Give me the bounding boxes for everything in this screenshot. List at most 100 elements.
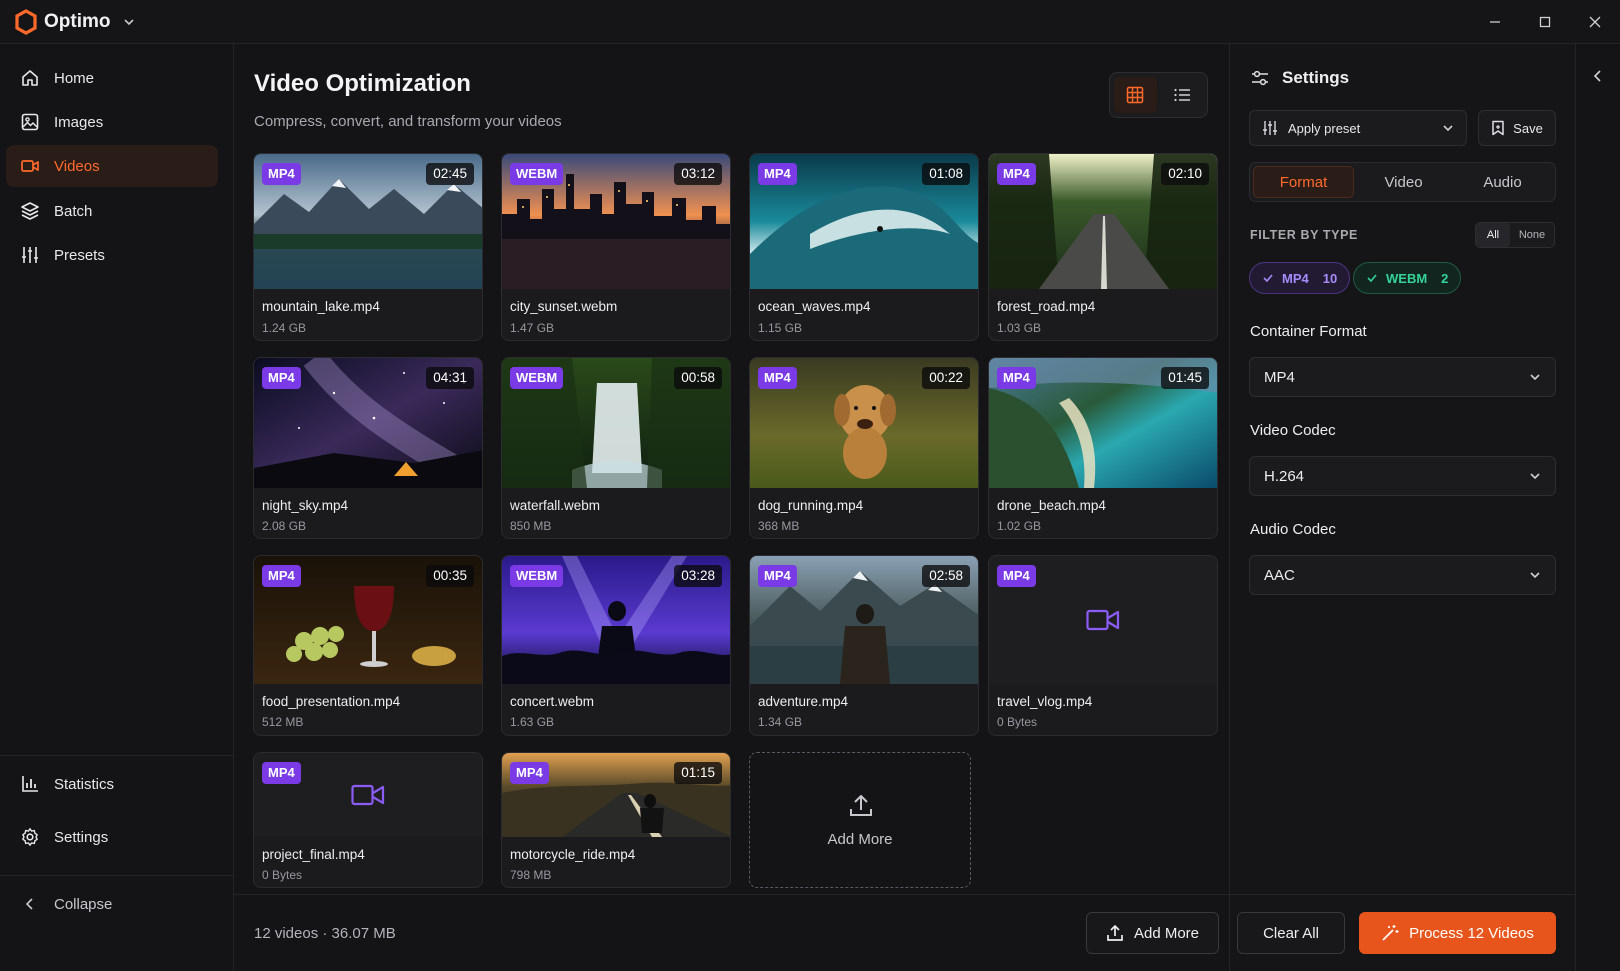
video-filename: night_sky.mp4 bbox=[262, 498, 349, 513]
video-filesize: 1.24 GB bbox=[262, 321, 307, 335]
format-badge: MP4 bbox=[510, 762, 549, 784]
save-preset-button[interactable]: Save bbox=[1478, 110, 1556, 146]
sidebar-item-settings[interactable]: Settings bbox=[6, 816, 218, 858]
maximize-button[interactable] bbox=[1520, 0, 1570, 44]
sidebar-item-label: Presets bbox=[54, 246, 105, 264]
footer-bar: 12 videos · 36.07 MB Add More bbox=[234, 894, 1229, 971]
filter-chip-webm[interactable]: WEBM 2 bbox=[1353, 262, 1462, 294]
title-bar: Optimo bbox=[0, 0, 1620, 44]
chevron-left-icon bbox=[1593, 70, 1601, 82]
container-format-select[interactable]: MP4 bbox=[1249, 357, 1556, 397]
video-filesize: 850 MB bbox=[510, 519, 552, 533]
sidebar-divider bbox=[0, 875, 234, 876]
app-name: Optimo bbox=[44, 11, 111, 32]
video-filesize: 1.34 GB bbox=[758, 715, 803, 729]
page-subtitle: Compress, convert, and transform your vi… bbox=[254, 113, 562, 130]
video-card-adventure[interactable]: MP4 02:58 adventure.mp4 1.34 GB bbox=[749, 555, 979, 736]
clear-all-button[interactable]: Clear All bbox=[1237, 912, 1345, 954]
grid-view-button[interactable] bbox=[1114, 77, 1157, 113]
video-filename: ocean_waves.mp4 bbox=[758, 299, 871, 314]
video-filename: dog_running.mp4 bbox=[758, 498, 864, 513]
video-card-dog-running[interactable]: MP4 00:22 dog_running.mp4 368 MB bbox=[749, 357, 979, 539]
sidebar-item-label: Videos bbox=[54, 157, 100, 175]
video-filename: food_presentation.mp4 bbox=[262, 694, 401, 709]
upload-icon bbox=[1106, 924, 1124, 942]
process-videos-button[interactable]: Process 12 Videos bbox=[1359, 912, 1556, 954]
video-filesize: 1.02 GB bbox=[997, 519, 1042, 533]
tab-format[interactable]: Format bbox=[1253, 166, 1354, 198]
duration-badge: 04:31 bbox=[426, 367, 474, 389]
sidebar-item-label: Batch bbox=[54, 202, 93, 220]
video-card-drone-beach[interactable]: MP4 01:45 drone_beach.mp4 1.02 GB bbox=[988, 357, 1218, 539]
video-card-forest-road[interactable]: MP4 02:10 forest_road.mp4 1.03 GB bbox=[988, 153, 1218, 341]
check-icon bbox=[1262, 272, 1274, 284]
sidebar-item-batch[interactable]: Batch bbox=[6, 190, 218, 232]
list-view-button[interactable] bbox=[1161, 77, 1204, 113]
video-card-travel-vlog[interactable]: MP4 travel_vlog.mp4 0 Bytes bbox=[988, 555, 1218, 736]
duration-badge: 02:45 bbox=[426, 163, 474, 185]
format-badge: MP4 bbox=[262, 565, 301, 587]
chip-label: WEBM bbox=[1386, 270, 1428, 286]
sidebar-item-label: Statistics bbox=[54, 775, 115, 793]
layers-icon bbox=[20, 201, 40, 221]
tab-video[interactable]: Video bbox=[1354, 166, 1453, 198]
sidebar-item-presets[interactable]: Presets bbox=[6, 234, 218, 276]
video-card-concert[interactable]: WEBM 03:28 concert.webm 1.63 GB bbox=[501, 555, 731, 736]
filter-chip-mp4[interactable]: MP4 10 bbox=[1249, 262, 1351, 294]
video-card-night-sky[interactable]: MP4 04:31 night_sky.mp4 2.08 GB bbox=[253, 357, 483, 539]
duration-badge: 01:08 bbox=[922, 163, 970, 185]
video-card-city-sunset[interactable]: WEBM 03:12 city_sunset.webm 1.47 GB bbox=[501, 153, 731, 341]
minimize-icon bbox=[1490, 21, 1500, 23]
tab-audio[interactable]: Audio bbox=[1453, 166, 1552, 198]
video-card-mountain-lake[interactable]: MP4 02:45 mountain_lake.mp4 1.24 GB bbox=[253, 153, 483, 341]
video-card-waterfall[interactable]: WEBM 00:58 waterfall.webm 850 MB bbox=[501, 357, 731, 539]
upload-icon bbox=[848, 793, 874, 819]
apply-preset-label: Apply preset bbox=[1288, 120, 1361, 136]
maximize-icon bbox=[1539, 16, 1551, 28]
format-badge: MP4 bbox=[997, 367, 1036, 389]
video-filename: drone_beach.mp4 bbox=[997, 498, 1106, 513]
video-placeholder-icon bbox=[1086, 608, 1120, 632]
close-window-button[interactable] bbox=[1570, 0, 1620, 44]
chevron-down-icon bbox=[123, 16, 135, 28]
duration-badge: 01:15 bbox=[674, 762, 722, 784]
sidebar-item-images[interactable]: Images bbox=[6, 101, 218, 143]
add-more-button[interactable]: Add More bbox=[1086, 912, 1219, 954]
collapse-panel-button[interactable] bbox=[1588, 66, 1608, 86]
app-switcher[interactable]: Optimo bbox=[14, 8, 135, 36]
duration-badge: 03:12 bbox=[674, 163, 722, 185]
chevron-left-icon bbox=[20, 894, 40, 914]
add-more-card[interactable]: Add More bbox=[749, 752, 971, 888]
video-filename: travel_vlog.mp4 bbox=[997, 694, 1093, 709]
video-card-food-presentation[interactable]: MP4 00:35 food_presentation.mp4 512 MB bbox=[253, 555, 483, 736]
format-badge: WEBM bbox=[510, 565, 564, 587]
sidebar-item-videos[interactable]: Videos bbox=[6, 145, 218, 187]
sidebar-item-statistics[interactable]: Statistics bbox=[6, 763, 218, 805]
video-filesize: 798 MB bbox=[510, 868, 552, 882]
filter-all-button[interactable]: All bbox=[1476, 223, 1510, 247]
collapse-sidebar-button[interactable]: Collapse bbox=[6, 883, 218, 925]
sidebar-item-home[interactable]: Home bbox=[6, 57, 218, 99]
video-card-motorcycle-ride[interactable]: MP4 01:15 motorcycle_ride.mp4 798 MB bbox=[501, 752, 731, 888]
panel-collapse-strip bbox=[1575, 44, 1620, 971]
format-badge: WEBM bbox=[510, 163, 564, 185]
chevron-down-icon bbox=[1529, 470, 1541, 482]
video-card-project-final[interactable]: MP4 project_final.mp4 0 Bytes bbox=[253, 752, 483, 888]
apply-preset-dropdown[interactable]: Apply preset bbox=[1249, 110, 1467, 146]
video-placeholder-icon bbox=[351, 783, 385, 807]
sliders-icon bbox=[1262, 120, 1278, 136]
filter-none-button[interactable]: None bbox=[1510, 223, 1554, 247]
check-icon bbox=[1366, 272, 1378, 284]
format-badge: WEBM bbox=[510, 367, 564, 389]
video-filename: motorcycle_ride.mp4 bbox=[510, 847, 636, 862]
minimize-button[interactable] bbox=[1470, 0, 1520, 44]
format-badge: MP4 bbox=[758, 163, 797, 185]
chip-count: 10 bbox=[1322, 270, 1338, 286]
duration-badge: 01:45 bbox=[1161, 367, 1209, 389]
audio-codec-select[interactable]: AAC bbox=[1249, 555, 1556, 595]
settings-panel: Settings Apply preset Save Format Video … bbox=[1229, 44, 1576, 971]
video-codec-select[interactable]: H.264 bbox=[1249, 456, 1556, 496]
video-card-ocean-waves[interactable]: MP4 01:08 ocean_waves.mp4 1.15 GB bbox=[749, 153, 979, 341]
video-filename: concert.webm bbox=[510, 694, 595, 709]
main-content: Video Optimization Compress, convert, an… bbox=[234, 44, 1229, 971]
